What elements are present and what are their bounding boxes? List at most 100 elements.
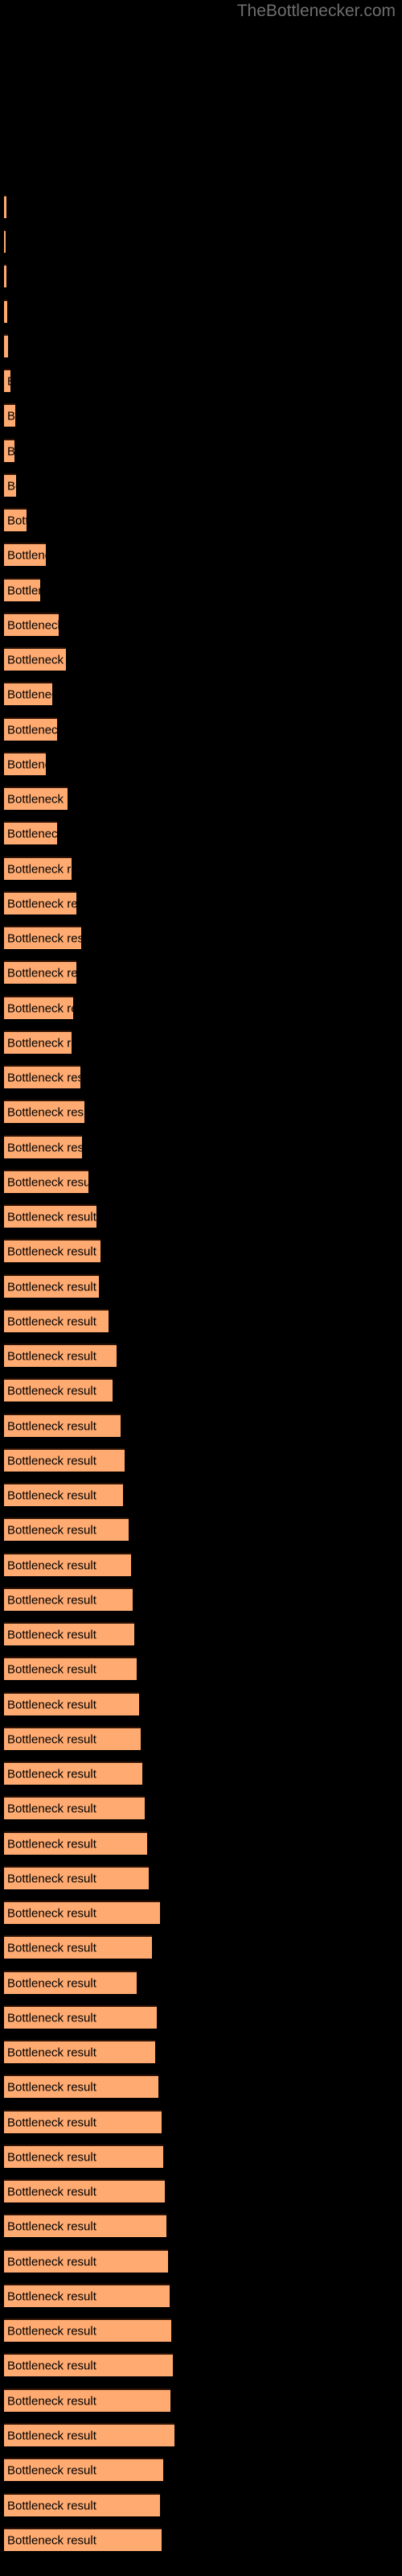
bar[interactable]: Bottleneck result xyxy=(4,1100,84,1123)
bar[interactable]: Bottleneck result xyxy=(4,2284,170,2307)
bar[interactable]: Bottleneck result xyxy=(4,1971,137,1994)
bar[interactable]: Bottleneck result xyxy=(4,717,57,741)
site-watermark: TheBottlenecker.com xyxy=(236,2,396,20)
bar[interactable]: Bottleneck result xyxy=(4,473,16,497)
bar-label: Bottleneck result xyxy=(7,514,27,527)
bar[interactable]: Bottleneck result xyxy=(4,578,40,601)
bar[interactable]: Bottleneck result xyxy=(4,857,72,880)
bar[interactable]: Bottleneck result xyxy=(4,264,6,287)
bar[interactable]: Bottleneck result xyxy=(4,1692,139,1715)
bar[interactable]: Bottleneck result xyxy=(4,1866,149,1889)
bar-label: Bottleneck result xyxy=(7,1802,96,1815)
bar[interactable]: Bottleneck result xyxy=(4,1796,145,1819)
bar[interactable]: Bottleneck result xyxy=(4,926,81,949)
bar[interactable]: Bottleneck result xyxy=(4,2040,155,2063)
bar[interactable]: Bottleneck result xyxy=(4,1727,141,1750)
bar-label: Bottleneck result xyxy=(7,1141,82,1154)
bar[interactable]: Bottleneck result xyxy=(4,786,68,810)
bar[interactable]: Bottleneck result xyxy=(4,1761,142,1785)
bar[interactable]: Bottleneck result xyxy=(4,2005,157,2029)
bar[interactable]: Bottleneck result xyxy=(4,229,6,253)
bar[interactable]: Bottleneck result xyxy=(4,2528,162,2551)
bar-label: Bottleneck result xyxy=(7,1419,96,1433)
bar[interactable]: Bottleneck result xyxy=(4,1483,123,1506)
bar[interactable]: Bottleneck result xyxy=(4,508,27,531)
bar-label: Bottleneck result xyxy=(7,1906,96,1920)
bar[interactable]: Bottleneck result xyxy=(4,334,8,357)
bar[interactable]: Bottleneck result xyxy=(4,2458,163,2481)
bar[interactable]: Bottleneck result xyxy=(4,1030,72,1054)
bar-label: Bottleneck result xyxy=(7,862,72,876)
bar-label: Bottleneck result xyxy=(7,618,59,632)
bar[interactable]: Bottleneck result xyxy=(4,1065,80,1088)
bar-label: Bottleneck result xyxy=(7,1280,96,1294)
bar[interactable]: Bottleneck result xyxy=(4,821,57,844)
bar[interactable]: Bottleneck result xyxy=(4,1378,113,1402)
bar[interactable]: Bottleneck result xyxy=(4,1204,96,1228)
bar[interactable]: Bottleneck result xyxy=(4,2179,165,2202)
bar[interactable]: Bottleneck result xyxy=(4,299,7,323)
bar-label: Bottleneck result xyxy=(7,1558,96,1572)
bar[interactable]: Bottleneck result xyxy=(4,1517,129,1541)
bar[interactable]: Bottleneck result xyxy=(4,1414,121,1437)
bar[interactable]: Bottleneck result xyxy=(4,439,14,462)
bar[interactable]: Bottleneck result xyxy=(4,1831,147,1855)
bar[interactable]: Bottleneck result xyxy=(4,960,76,984)
bar[interactable]: Bottleneck result xyxy=(4,2423,174,2446)
bar-label: Bottleneck result xyxy=(7,1315,96,1328)
bar[interactable]: Bottleneck result xyxy=(4,369,10,392)
bar[interactable]: Bottleneck result xyxy=(4,996,73,1019)
bar-label: Bottleneck result xyxy=(7,1872,96,1885)
bar-label: Bottleneck result xyxy=(7,2219,96,2233)
bar-label: Bottleneck result xyxy=(7,827,57,840)
bar[interactable]: Bottleneck result xyxy=(4,1344,117,1367)
bar[interactable]: Bottleneck result xyxy=(4,613,59,636)
bar[interactable]: Bottleneck result xyxy=(4,2249,168,2273)
bar[interactable]: Bottleneck result xyxy=(4,1553,131,1576)
bar[interactable]: Bottleneck result xyxy=(4,647,66,671)
bar-label: Bottleneck result xyxy=(7,341,8,353)
bar[interactable]: Bottleneck result xyxy=(4,195,6,218)
bar-label: Bottleneck result xyxy=(7,375,10,387)
bar[interactable]: Bottleneck result xyxy=(4,2353,173,2376)
bar[interactable]: Bottleneck result xyxy=(4,2074,158,2098)
bar[interactable]: Bottleneck result xyxy=(4,1309,109,1332)
bar-label: Bottleneck result xyxy=(7,2116,96,2129)
bar[interactable]: Bottleneck result xyxy=(4,2318,171,2342)
bar[interactable]: Bottleneck result xyxy=(4,1170,88,1193)
bar[interactable]: Bottleneck result xyxy=(4,1901,160,1924)
bar[interactable]: Bottleneck result xyxy=(4,403,15,427)
bar-label: Bottleneck result xyxy=(7,1071,80,1084)
bar[interactable]: Bottleneck result xyxy=(4,891,76,914)
bar[interactable]: Bottleneck result xyxy=(4,1135,82,1158)
bar[interactable]: Bottleneck result xyxy=(4,1239,100,1262)
bar[interactable]: Bottleneck result xyxy=(4,682,52,705)
bar-label: Bottleneck result xyxy=(7,792,68,806)
bar-label: Bottleneck result xyxy=(7,1488,96,1502)
bar[interactable]: Bottleneck result xyxy=(4,543,46,566)
bar[interactable]: Bottleneck result xyxy=(4,2388,170,2412)
bar-chart-plot-area: Bottleneck result Bottleneck result Bottle… xyxy=(0,0,402,2576)
bar[interactable]: Bottleneck result xyxy=(4,2145,163,2168)
bar-label: Bottleneck result xyxy=(7,1245,96,1258)
bar[interactable]: Bottleneck result xyxy=(4,1274,99,1298)
bar-label: Bottleneck result xyxy=(7,1210,96,1224)
bar[interactable]: Bottleneck result xyxy=(4,1935,152,1959)
bar[interactable]: Bottleneck result xyxy=(4,1622,134,1645)
bar[interactable]: Bottleneck result xyxy=(4,2110,162,2133)
bar[interactable]: Bottleneck result xyxy=(4,1448,125,1472)
bar-label: Bottleneck result xyxy=(7,2046,96,2059)
bar[interactable]: Bottleneck result xyxy=(4,752,46,775)
bar[interactable]: Bottleneck result xyxy=(4,2493,160,2516)
bar-label: Bottleneck result xyxy=(7,445,14,457)
bar[interactable]: Bottleneck result xyxy=(4,1587,133,1611)
bar[interactable]: Bottleneck result xyxy=(4,1657,137,1680)
bar-label: Bottleneck result xyxy=(7,1732,96,1746)
chart-root: Bottleneck result Bottleneck result Bottle… xyxy=(0,0,402,2576)
bar-label: Bottleneck result xyxy=(7,1523,96,1537)
bar-label: Bottleneck result xyxy=(7,1767,96,1781)
bar-label: Bottleneck result xyxy=(7,1105,84,1119)
bar[interactable]: Bottleneck result xyxy=(4,2214,166,2237)
bar-label: Bottleneck result xyxy=(7,2185,96,2198)
bar-label: Bottleneck result xyxy=(7,584,40,597)
